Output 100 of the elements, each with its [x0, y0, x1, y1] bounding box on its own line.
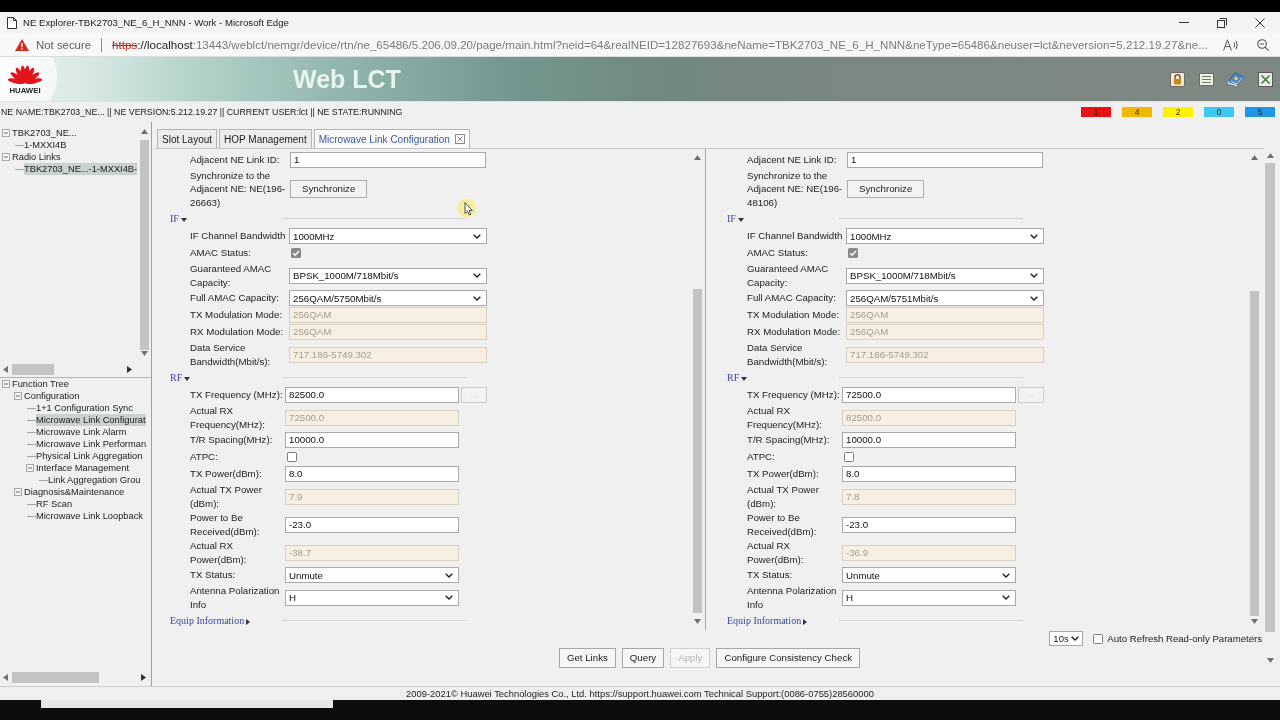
- close-icon[interactable]: [1258, 71, 1273, 87]
- tree-item[interactable]: Microwave Link Alarm: [36, 426, 127, 438]
- dropdown[interactable]: 256QAM/5750Mbit/s: [289, 290, 487, 306]
- list-icon[interactable]: [1199, 72, 1214, 86]
- caret-down-icon[interactable]: [180, 218, 187, 222]
- input-field[interactable]: 10000.0: [842, 432, 1016, 448]
- tab[interactable]: Microwave Link Configuration: [313, 129, 470, 148]
- input-field[interactable]: 82500.0: [285, 387, 459, 403]
- action-button[interactable]: Get Links: [558, 647, 616, 668]
- section-title[interactable]: Equip Information: [170, 615, 245, 626]
- address-field[interactable]: https://localhost:13443/weblct/nemgr/device/rtn/ne_65486/5.206.09.20/page/main.html?neid=64&realNEID=12827693&neName=TBK2703_NE_6_H_NNN&neType=65486&neuser=lct&neversion=5.212.19.27&ne...: [112, 38, 1208, 51]
- chevron-down-icon[interactable]: [1030, 295, 1038, 301]
- tree-item[interactable]: 1+1 Configuration Sync: [36, 402, 133, 414]
- sync-button[interactable]: Synchronize: [847, 179, 925, 198]
- alarm-count[interactable]: 4: [1122, 107, 1152, 117]
- checkbox[interactable]: [848, 248, 858, 258]
- scrollbar-thumb[interactable]: [140, 140, 149, 350]
- read-aloud-icon[interactable]: [1223, 38, 1239, 51]
- scroll-up-icon[interactable]: [141, 129, 148, 134]
- alarm-count[interactable]: 5: [1245, 107, 1275, 117]
- chevron-down-icon[interactable]: [1002, 595, 1010, 600]
- caret-down-icon[interactable]: [184, 377, 191, 381]
- tree-item[interactable]: Link Aggregation Grou: [48, 474, 141, 486]
- dropdown[interactable]: Unmute: [285, 567, 459, 583]
- collapse-icon[interactable]: [14, 488, 22, 496]
- restore-icon[interactable]: [1217, 17, 1227, 28]
- checkbox[interactable]: [287, 452, 297, 462]
- checkbox[interactable]: [844, 452, 854, 462]
- scrollbar-thumb[interactable]: [12, 672, 99, 683]
- lock-icon[interactable]: [1170, 71, 1185, 87]
- scroll-up-icon[interactable]: [694, 155, 701, 160]
- interval-dropdown[interactable]: 10s: [1049, 631, 1084, 646]
- chevron-down-icon[interactable]: [1002, 572, 1010, 578]
- chevron-down-icon[interactable]: [1030, 233, 1038, 239]
- scrollbar-thumb[interactable]: [693, 289, 702, 613]
- chevron-down-icon[interactable]: [1071, 636, 1080, 641]
- zoom-out-icon[interactable]: [1257, 38, 1269, 51]
- tree-item[interactable]: Diagnosis&Maintenance: [24, 486, 125, 498]
- input-field[interactable]: -23.0: [285, 516, 459, 533]
- dropdown[interactable]: Unmute: [842, 567, 1016, 583]
- scroll-up-icon[interactable]: [1251, 155, 1258, 160]
- tree-item[interactable]: TBK2703_NE...: [12, 127, 77, 139]
- close-icon[interactable]: [1255, 17, 1265, 28]
- tree-item[interactable]: RF Scan: [36, 498, 73, 510]
- tree-item[interactable]: 1-MXXI4B: [24, 139, 67, 151]
- scroll-left-icon[interactable]: [3, 366, 8, 373]
- dropdown[interactable]: 256QAM/5751Mbit/s: [846, 290, 1044, 306]
- caret-right-icon[interactable]: [246, 619, 251, 625]
- tab[interactable]: Slot Layout: [157, 129, 218, 148]
- input-field[interactable]: 72500.0: [842, 387, 1016, 403]
- tree-item[interactable]: Function Tree: [12, 378, 69, 390]
- dropdown[interactable]: BPSK_1000M/718Mbit/s: [846, 267, 1044, 284]
- scroll-down-icon[interactable]: [1251, 619, 1258, 624]
- scroll-left-icon[interactable]: [3, 674, 8, 681]
- security-label[interactable]: Not secure: [36, 38, 92, 51]
- input-field[interactable]: 1: [290, 151, 486, 168]
- tree-item[interactable]: Physical Link Aggregation: [36, 450, 143, 462]
- scroll-right-icon[interactable]: [127, 366, 132, 373]
- action-button[interactable]: Query: [621, 647, 665, 668]
- tree-item[interactable]: Radio Links: [12, 151, 61, 163]
- collapse-icon[interactable]: [14, 392, 22, 400]
- caret-down-icon[interactable]: [741, 377, 748, 381]
- alarm-count[interactable]: 0: [1204, 107, 1234, 117]
- tree-item[interactable]: Microwave Link Loopback: [36, 510, 143, 522]
- tab[interactable]: HOP Management: [219, 129, 312, 148]
- input-field[interactable]: 1: [847, 151, 1043, 168]
- input-field[interactable]: 8.0: [285, 466, 459, 482]
- checkbox[interactable]: [1093, 633, 1104, 644]
- warning-icon[interactable]: [15, 38, 29, 51]
- chevron-down-icon[interactable]: [473, 233, 481, 239]
- alarm-count[interactable]: 2: [1163, 107, 1193, 117]
- checkbox[interactable]: [291, 248, 301, 258]
- scrollbar-thumb[interactable]: [1250, 291, 1259, 616]
- tree-item[interactable]: TBK2703_NE...-1-MXXI4B-: [24, 163, 138, 175]
- collapse-icon[interactable]: [2, 129, 10, 137]
- chevron-down-icon[interactable]: [473, 295, 481, 301]
- dropdown[interactable]: H: [285, 589, 459, 606]
- section-title[interactable]: IF: [727, 213, 736, 224]
- dropdown[interactable]: 1000MHz: [846, 228, 1044, 244]
- chevron-down-icon[interactable]: [445, 572, 453, 578]
- section-title[interactable]: RF: [170, 372, 183, 383]
- book-icon[interactable]: [1228, 72, 1244, 86]
- tree-item[interactable]: Microwave Link Performan: [36, 438, 147, 450]
- dropdown[interactable]: 1000MHz: [289, 228, 487, 244]
- collapse-icon[interactable]: [26, 464, 34, 472]
- collapse-icon[interactable]: [2, 153, 10, 161]
- scroll-down-icon[interactable]: [1266, 658, 1274, 663]
- search-field[interactable]: [41, 700, 333, 708]
- tree-item[interactable]: Microwave Link Configurat: [36, 414, 146, 426]
- scrollbar-thumb[interactable]: [1265, 163, 1275, 632]
- dropdown[interactable]: BPSK_1000M/718Mbit/s: [289, 267, 487, 284]
- action-button[interactable]: Configure Consistency Check: [716, 647, 861, 668]
- dropdown[interactable]: H: [842, 589, 1016, 606]
- section-title[interactable]: IF: [170, 213, 179, 224]
- scroll-right-icon[interactable]: [141, 674, 146, 681]
- input-field[interactable]: 8.0: [842, 466, 1016, 482]
- chevron-down-icon[interactable]: [1030, 273, 1038, 278]
- input-field[interactable]: -23.0: [842, 516, 1016, 533]
- scroll-down-icon[interactable]: [694, 619, 701, 624]
- collapse-icon[interactable]: [2, 380, 10, 388]
